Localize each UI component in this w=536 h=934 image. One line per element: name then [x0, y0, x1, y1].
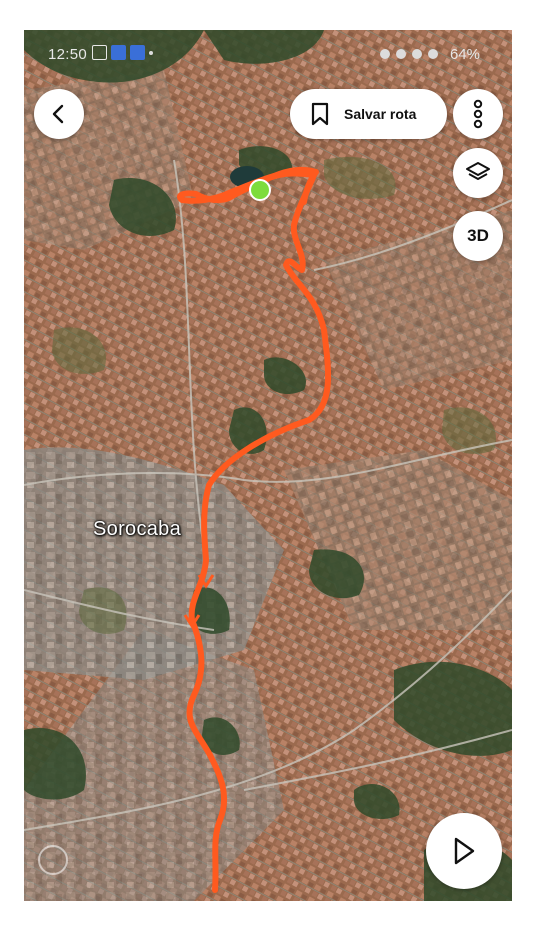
app-screen: 12:50 64% Salvar rota 3D Sorocaba [24, 30, 512, 901]
3d-view-button[interactable]: 3D [453, 211, 503, 261]
city-label: Sorocaba [93, 518, 182, 540]
signal-icon [428, 49, 438, 59]
play-route-button[interactable] [426, 813, 502, 889]
app-notification-icon [111, 45, 126, 60]
battery-level: 64% [449, 46, 480, 63]
satellite-map[interactable] [24, 30, 512, 901]
mute-icon [396, 49, 406, 59]
compass-icon[interactable] [38, 845, 68, 875]
play-icon [454, 837, 475, 865]
app-notification-icon [130, 45, 145, 60]
status-bar: 12:50 64% [24, 30, 512, 66]
back-button[interactable] [34, 89, 84, 139]
more-vertical-icon [473, 99, 483, 129]
alarm-icon [380, 49, 390, 59]
status-time: 12:50 [48, 46, 88, 63]
chevron-left-icon [52, 104, 64, 124]
save-route-label: Salvar rota [344, 106, 417, 122]
more-options-button[interactable] [453, 89, 503, 139]
status-notification-icons [92, 45, 153, 60]
3d-label: 3D [467, 226, 489, 245]
gallery-icon [92, 45, 107, 60]
start-marker [249, 179, 271, 201]
layers-icon [466, 162, 490, 180]
wifi-icon [412, 49, 422, 59]
map-layers-button[interactable] [453, 148, 503, 198]
status-system-icons [380, 46, 438, 59]
save-route-button[interactable]: Salvar rota [290, 89, 447, 139]
bookmark-icon [310, 102, 330, 126]
dot-icon [149, 51, 153, 55]
